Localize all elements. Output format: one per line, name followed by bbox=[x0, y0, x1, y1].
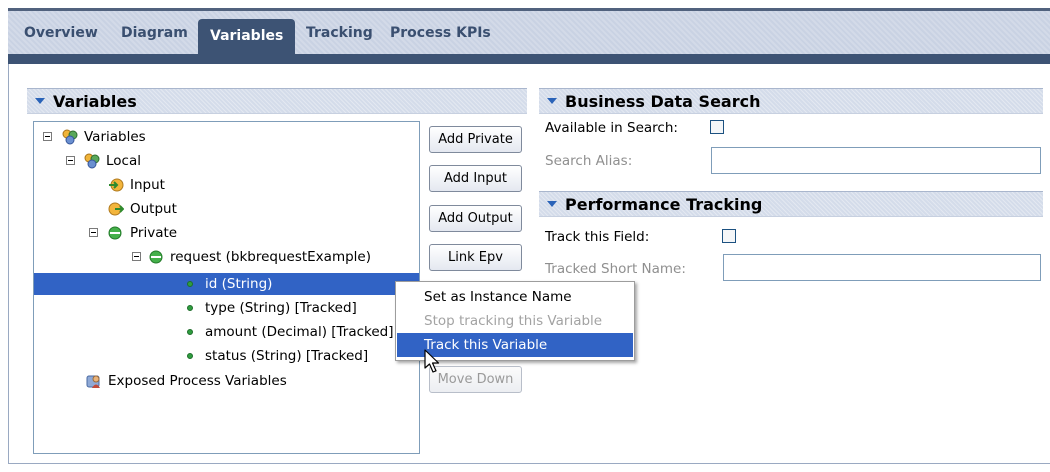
business-data-search-header[interactable]: Business Data Search bbox=[539, 88, 1043, 114]
collapse-toggle-icon[interactable] bbox=[66, 156, 75, 165]
field-icon bbox=[187, 329, 193, 335]
link-epv-button[interactable]: Link Epv bbox=[429, 244, 522, 271]
variables-section-header[interactable]: Variables bbox=[27, 88, 527, 114]
exposed-variables-icon bbox=[86, 375, 100, 388]
mouse-pointer-icon bbox=[424, 349, 440, 373]
variables-tree[interactable]: Variables Local Input Output Private req… bbox=[33, 121, 420, 454]
tree-node-request[interactable]: request (bkbrequestExample) bbox=[34, 246, 419, 268]
collapse-icon[interactable] bbox=[547, 97, 557, 104]
tree-node-label: Output bbox=[130, 201, 177, 217]
search-alias-input[interactable] bbox=[711, 147, 1041, 174]
business-data-search-title: Business Data Search bbox=[565, 92, 761, 111]
private-variable-icon bbox=[108, 226, 122, 240]
tree-node-label: amount (Decimal) [Tracked] bbox=[205, 324, 394, 340]
tree-node-exposed-process-variables[interactable]: Exposed Process Variables bbox=[34, 370, 419, 392]
tree-node-local[interactable]: Local bbox=[34, 150, 419, 172]
tree-node-private[interactable]: Private bbox=[34, 222, 419, 244]
available-in-search-label: Available in Search: bbox=[545, 120, 678, 136]
tree-node-amount[interactable]: amount (Decimal) [Tracked] bbox=[34, 321, 419, 343]
search-alias-label: Search Alias: bbox=[545, 153, 633, 169]
collapse-toggle-icon[interactable] bbox=[89, 228, 98, 237]
local-group-icon bbox=[84, 153, 100, 169]
tree-node-id[interactable]: id (String) bbox=[34, 273, 419, 295]
tab-diagram[interactable]: Diagram bbox=[121, 25, 188, 41]
tree-node-label: status (String) [Tracked] bbox=[205, 348, 369, 364]
editor-tab-bar: Overview Diagram Variables Tracking Proc… bbox=[8, 8, 1050, 57]
performance-tracking-header[interactable]: Performance Tracking bbox=[539, 191, 1043, 217]
output-arrow-icon bbox=[108, 202, 124, 216]
collapse-icon[interactable] bbox=[547, 200, 557, 207]
move-down-button[interactable]: Move Down bbox=[429, 366, 522, 393]
tracked-short-name-label: Tracked Short Name: bbox=[545, 261, 686, 277]
performance-tracking-title: Performance Tracking bbox=[565, 195, 763, 214]
collapse-icon[interactable] bbox=[35, 97, 45, 104]
tab-overview[interactable]: Overview bbox=[24, 25, 98, 41]
menu-item-set-as-instance-name[interactable]: Set as Instance Name bbox=[397, 285, 633, 309]
variables-section-title: Variables bbox=[53, 92, 137, 111]
field-icon bbox=[187, 353, 193, 359]
tree-node-output[interactable]: Output bbox=[34, 198, 419, 220]
tab-variables[interactable]: Variables bbox=[198, 19, 296, 57]
tree-node-label: type (String) [Tracked] bbox=[205, 300, 357, 316]
tree-node-label: Local bbox=[106, 153, 141, 169]
track-this-field-label: Track this Field: bbox=[545, 229, 650, 245]
tracked-short-name-input[interactable] bbox=[723, 254, 1041, 281]
tree-node-label: Variables bbox=[84, 129, 146, 145]
tree-node-label: Exposed Process Variables bbox=[108, 373, 287, 389]
collapse-toggle-icon[interactable] bbox=[132, 252, 141, 261]
tree-node-input[interactable]: Input bbox=[34, 174, 419, 196]
add-private-button[interactable]: Add Private bbox=[429, 126, 522, 153]
available-in-search-checkbox[interactable] bbox=[710, 120, 724, 134]
tab-tracking[interactable]: Tracking bbox=[306, 25, 373, 41]
add-output-button[interactable]: Add Output bbox=[429, 205, 522, 232]
field-icon bbox=[187, 305, 193, 311]
tree-node-label: request (bkbrequestExample) bbox=[170, 249, 371, 265]
variables-group-icon bbox=[62, 129, 78, 145]
track-this-field-checkbox[interactable] bbox=[722, 229, 736, 243]
collapse-toggle-icon[interactable] bbox=[43, 132, 52, 141]
tree-node-status[interactable]: status (String) [Tracked] bbox=[34, 345, 419, 367]
input-arrow-icon bbox=[109, 178, 124, 192]
tree-node-label: Input bbox=[130, 177, 165, 193]
tree-node-label: id (String) bbox=[205, 276, 273, 292]
tree-node-label: Private bbox=[130, 225, 178, 241]
menu-item-stop-tracking[interactable]: Stop tracking this Variable bbox=[397, 309, 633, 333]
tree-node-type[interactable]: type (String) [Tracked] bbox=[34, 297, 419, 319]
field-icon bbox=[187, 281, 193, 287]
tab-process-kpis[interactable]: Process KPIs bbox=[390, 25, 491, 41]
tab-underline bbox=[8, 54, 1050, 64]
tree-node-variables[interactable]: Variables bbox=[34, 126, 419, 148]
complex-variable-icon bbox=[149, 250, 163, 264]
add-input-button[interactable]: Add Input bbox=[429, 165, 522, 192]
